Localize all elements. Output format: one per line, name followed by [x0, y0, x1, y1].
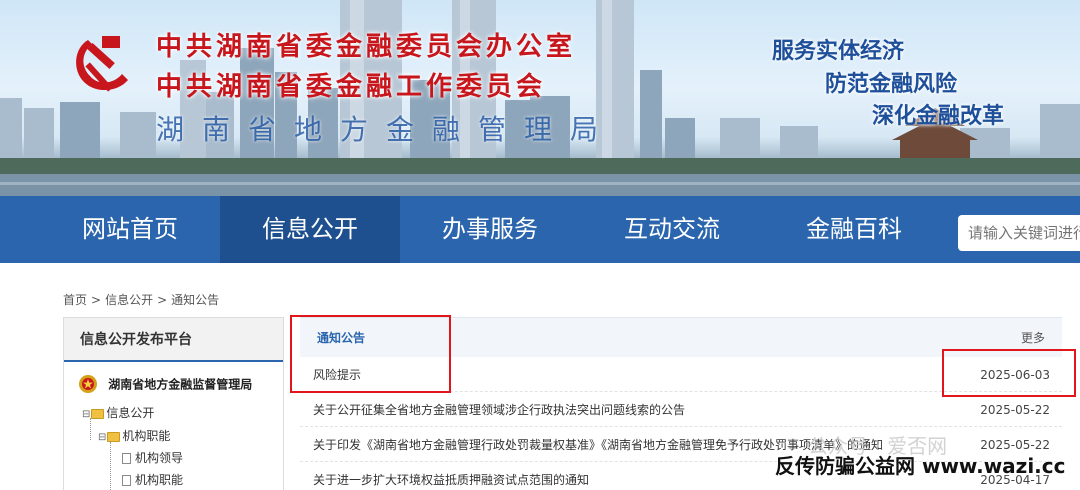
document-icon	[122, 475, 131, 486]
tree-connector	[90, 418, 91, 440]
tree-node-info-disclosure[interactable]: ⊟ 信息公开	[82, 404, 154, 421]
document-icon	[122, 453, 131, 464]
search-input[interactable]	[958, 215, 1080, 251]
notice-title[interactable]: 关于进一步扩大环境权益抵质押融资试点范围的通知	[313, 464, 589, 490]
sidebar: 信息公开发布平台 湖南省地方金融监督管理局 ⊟ 信息公开 ⊟ 机构职能 机构领导 机…	[63, 317, 284, 490]
breadcrumb-info-disclosure[interactable]: 信息公开	[105, 293, 153, 307]
nav-services[interactable]: 办事服务	[400, 196, 580, 263]
tree-node-label: 机构职能	[135, 473, 184, 487]
nav-finance-wiki[interactable]: 金融百科	[764, 196, 944, 263]
main-nav: 网站首页 信息公开 办事服务 互动交流 金融百科	[0, 196, 1080, 263]
sidebar-title: 信息公开发布平台	[64, 318, 283, 362]
tree-node-institution[interactable]: ⊟ 机构职能	[98, 427, 170, 444]
banner-title-line-3: 湖南省地方金融管理局	[156, 113, 617, 146]
folder-open-icon	[91, 408, 105, 419]
tree-connector	[110, 442, 111, 490]
tree-node-functions[interactable]: 机构职能	[122, 471, 183, 488]
collapse-toggle-icon[interactable]: ⊟	[82, 409, 90, 420]
banner-title-line-2: 中共湖南省委金融工作委员会	[156, 72, 547, 102]
breadcrumb-separator: >	[157, 293, 168, 307]
header-banner: 中共湖南省委金融委员会办公室 中共湖南省委金融工作委员会 湖南省地方金融管理局 …	[0, 0, 1080, 196]
sidebar-agency[interactable]: 湖南省地方金融监督管理局	[78, 374, 252, 398]
nav-home[interactable]: 网站首页	[40, 196, 220, 263]
breadcrumb: 首页 > 信息公开 > 通知公告	[63, 291, 219, 308]
annotation-box-date	[942, 349, 1076, 397]
slogan-serve-economy: 服务实体经济	[772, 39, 905, 64]
collapse-toggle-icon[interactable]: ⊟	[98, 432, 106, 443]
annotation-box-title	[290, 315, 451, 393]
tree-node-label: 信息公开	[106, 406, 155, 420]
national-emblem-icon	[79, 375, 97, 393]
notice-date: 2025-05-22	[980, 403, 1050, 417]
tree-node-label: 机构领导	[135, 451, 184, 465]
breadcrumb-home[interactable]: 首页	[63, 293, 87, 307]
party-emblem-icon	[76, 36, 128, 92]
nav-interaction[interactable]: 互动交流	[582, 196, 762, 263]
folder-open-icon	[107, 431, 121, 442]
nav-info-disclosure[interactable]: 信息公开	[220, 196, 400, 263]
sidebar-agency-label: 湖南省地方金融监督管理局	[108, 377, 253, 392]
watermark-site: 反传防骗公益网 www.wazi.cc	[775, 454, 1066, 478]
notice-title[interactable]: 关于公开征集全省地方金融管理领域涉企行政执法突出问题线索的公告	[313, 394, 685, 427]
breadcrumb-notices[interactable]: 通知公告	[171, 293, 219, 307]
tree-node-label: 机构职能	[122, 429, 171, 443]
list-item[interactable]: 关于公开征集全省地方金融管理领域涉企行政执法突出问题线索的公告 2025-05-…	[300, 394, 1062, 427]
slogan-deepen-reform: 深化金融改革	[872, 104, 1005, 129]
breadcrumb-separator: >	[91, 293, 102, 307]
slogan-prevent-risk: 防范金融风险	[825, 72, 958, 97]
banner-title-line-1: 中共湖南省委金融委员会办公室	[156, 32, 577, 62]
tree-node-leadership[interactable]: 机构领导	[122, 449, 183, 466]
